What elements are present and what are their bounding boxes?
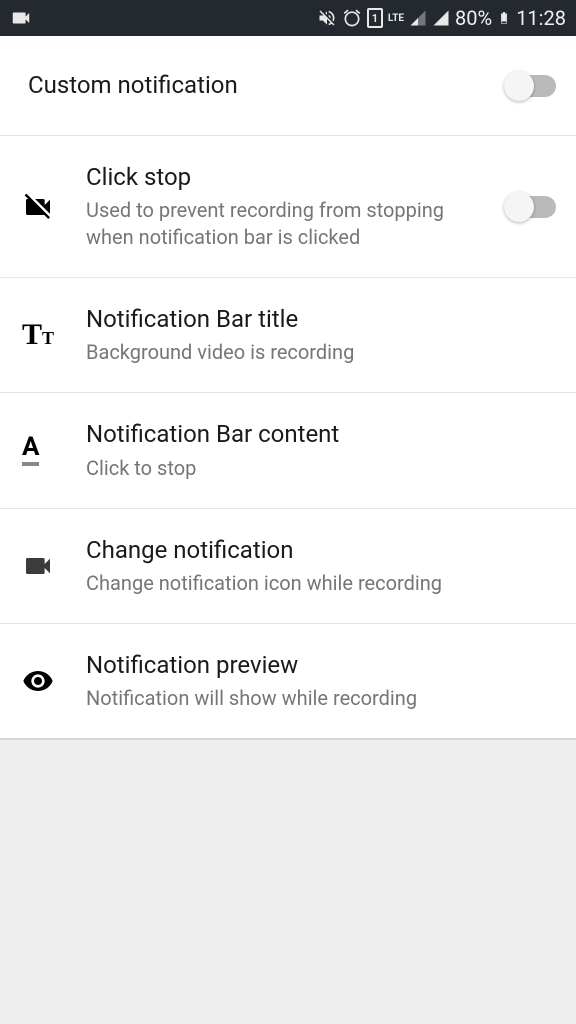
- setting-subtitle: Background video is recording: [86, 339, 556, 366]
- setting-title: Change notification: [86, 535, 556, 566]
- status-right: 1 LTE 80% 11:28: [317, 6, 566, 30]
- videocam-icon: [10, 7, 32, 29]
- battery-percent: 80%: [455, 6, 492, 30]
- settings-list: Custom notification Click stop Used to p…: [0, 36, 576, 740]
- sim-icon: 1: [367, 8, 383, 28]
- signal-icon-2: [432, 9, 450, 27]
- setting-subtitle: Used to prevent recording from stopping …: [86, 197, 494, 251]
- setting-click-stop[interactable]: Click stop Used to prevent recording fro…: [0, 136, 576, 278]
- setting-change-notification[interactable]: Change notification Change notification …: [0, 509, 576, 624]
- setting-title: Custom notification: [28, 70, 494, 101]
- toggle-thumb: [504, 71, 534, 101]
- eye-icon: [22, 665, 64, 697]
- toggle-thumb: [504, 192, 534, 222]
- setting-bar-title[interactable]: TT Notification Bar title Background vid…: [0, 278, 576, 393]
- setting-subtitle: Notification will show while recording: [86, 685, 556, 712]
- toggle-custom-notification[interactable]: [506, 75, 556, 97]
- clock-time: 11:28: [516, 6, 566, 30]
- volume-off-icon: [317, 8, 337, 28]
- videocam-off-icon: [22, 191, 64, 223]
- setting-title: Click stop: [86, 162, 494, 193]
- status-bar: 1 LTE 80% 11:28: [0, 0, 576, 36]
- signal-icon-1: [409, 9, 427, 27]
- toggle-click-stop[interactable]: [506, 196, 556, 218]
- setting-title: Notification preview: [86, 650, 556, 681]
- alarm-icon: [342, 8, 362, 28]
- setting-title: Notification Bar content: [86, 419, 556, 450]
- setting-subtitle: Click to stop: [86, 455, 556, 482]
- setting-bar-content[interactable]: A Notification Bar content Click to stop: [0, 393, 576, 508]
- lte-indicator: LTE: [388, 13, 404, 24]
- text-format-icon: TT: [22, 318, 64, 352]
- text-underline-icon: A: [22, 434, 64, 466]
- status-left: [10, 7, 32, 29]
- setting-subtitle: Change notification icon while recording: [86, 570, 556, 597]
- setting-title: Notification Bar title: [86, 304, 556, 335]
- videocam-icon: [22, 550, 64, 582]
- battery-icon: [497, 7, 511, 29]
- setting-custom-notification[interactable]: Custom notification: [0, 36, 576, 136]
- setting-notification-preview[interactable]: Notification preview Notification will s…: [0, 624, 576, 740]
